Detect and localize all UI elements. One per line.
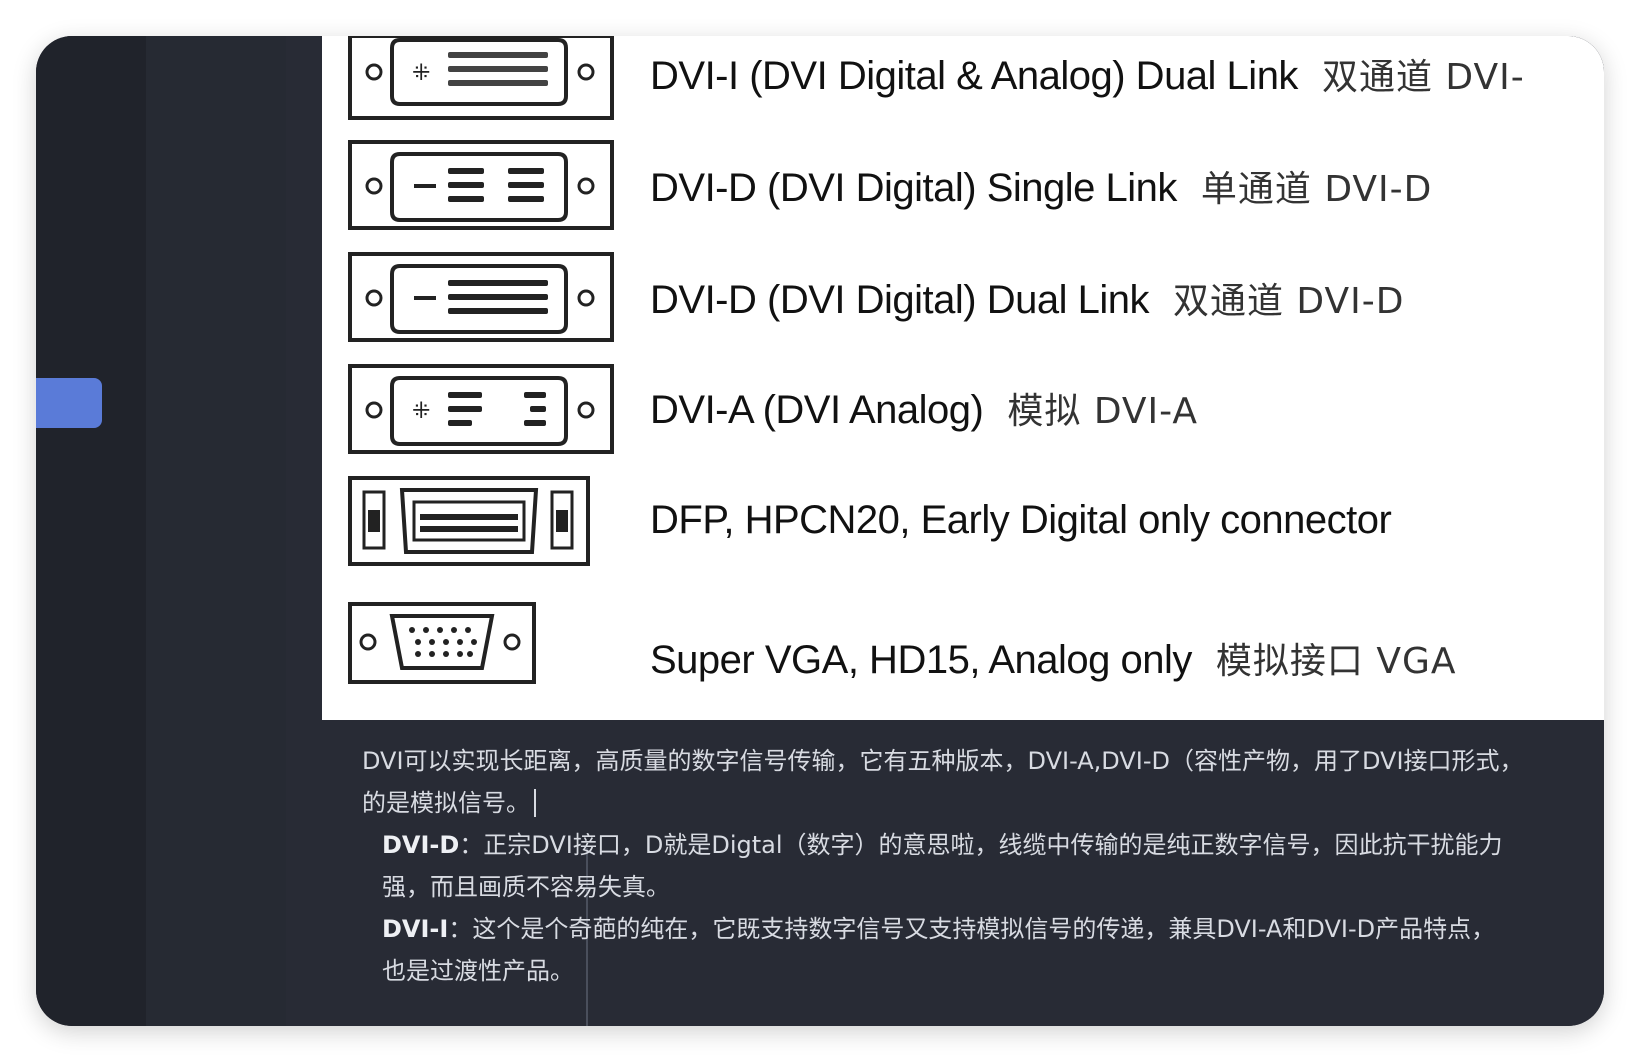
dvi-i-dual-connector-icon: ⁜ (348, 36, 614, 120)
sidebar (146, 36, 286, 1026)
dvi-d-dual-connector-icon (348, 252, 614, 342)
list-item-text: 也是过渡性产品。 (382, 957, 574, 985)
figure-row: DFP, HPCN20, Early Digital only connecto… (322, 472, 1604, 592)
figure-row: ⁜ DVI-A (DVI Analog) 模拟 DVI-A (322, 360, 1604, 472)
figure-row: DVI-D (DVI Digital) Dual Link 双通道 DVI-D (322, 248, 1604, 360)
connector-label: DVI-D (DVI Digital) Dual Link 双通道 DVI-D (650, 278, 1405, 322)
svg-text:⁜: ⁜ (412, 399, 430, 424)
list-item[interactable]: DVI-D：正宗DVI接口，D就是Digtal（数字）的意思啦，线缆中传输的是纯… (322, 824, 1604, 908)
notes-list[interactable]: DVI可以实现长距离，高质量的数字信号传输，它有五种版本，DVI-A,DVI-D… (322, 740, 1604, 992)
app-window: ⁜ DVI-I (DVI Digital & Analog) Dual Link… (36, 36, 1604, 1026)
rail-active-item[interactable] (36, 378, 102, 428)
connector-label: DVI-I (DVI Digital & Analog) Dual Link 双通… (650, 54, 1525, 98)
vga-connector-icon (348, 602, 536, 684)
list-item-text: ：这个是个奇葩的纯在，它既支持数字信号又支持模拟信号的传递，兼具DVI-A和DV… (448, 915, 1496, 943)
svg-text:⁜: ⁜ (412, 61, 430, 86)
list-item[interactable]: DVI可以实现长距离，高质量的数字信号传输，它有五种版本，DVI-A,DVI-D… (322, 740, 1604, 824)
list-item-text: ：正宗DVI接口，D就是Digtal（数字）的意思啦，线缆中传输的是纯正数字信号… (459, 831, 1503, 859)
list-item-text: DVI可以实现长距离，高质量的数字信号传输，它有五种版本，DVI-A,DVI-D… (362, 747, 1524, 775)
list-item-text: 强，而且画质不容易失真。 (382, 873, 670, 901)
dfp-connector-icon (348, 476, 590, 566)
list-item[interactable]: DVI-I：这个是个奇葩的纯在，它既支持数字信号又支持模拟信号的传递，兼具DVI… (322, 908, 1604, 992)
list-item-text: 的是模拟信号。 (362, 789, 530, 817)
figure-row: Super VGA, HD15, Analog only 模拟接口 VGA (322, 592, 1604, 720)
connector-label: Super VGA, HD15, Analog only 模拟接口 VGA (650, 638, 1457, 682)
connector-label: DVI-A (DVI Analog) 模拟 DVI-A (650, 388, 1198, 432)
editor-content[interactable]: ⁜ DVI-I (DVI Digital & Analog) Dual Link… (286, 36, 1604, 1026)
dvi-d-single-connector-icon (348, 140, 614, 230)
term-label: DVI-I (382, 915, 449, 943)
figure-row: ⁜ DVI-I (DVI Digital & Analog) Dual Link… (322, 36, 1604, 136)
connector-label: DVI-D (DVI Digital) Single Link 单通道 DVI-D (650, 166, 1433, 210)
activity-rail (36, 36, 146, 1026)
dvi-connector-figure: ⁜ DVI-I (DVI Digital & Analog) Dual Link… (322, 36, 1604, 720)
term-label: DVI-D (382, 831, 460, 859)
dvi-a-connector-icon: ⁜ (348, 364, 614, 454)
text-cursor (534, 789, 536, 817)
figure-row: DVI-D (DVI Digital) Single Link 单通道 DVI-D (322, 136, 1604, 248)
connector-label: DFP, HPCN20, Early Digital only connecto… (650, 498, 1392, 542)
